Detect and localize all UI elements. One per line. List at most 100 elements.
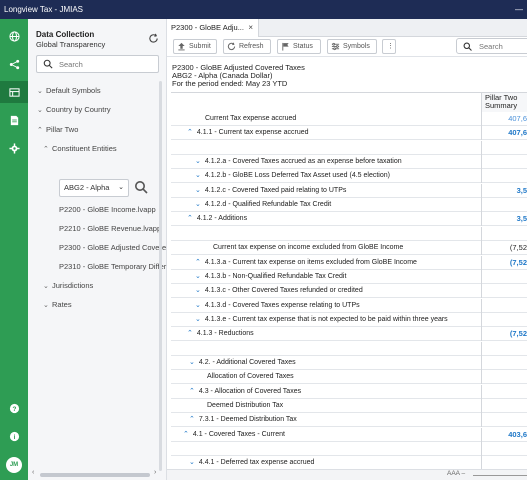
- row-value[interactable]: 407,6: [481, 126, 527, 141]
- chevron-up-icon[interactable]: ⌃: [187, 215, 193, 222]
- chevron-up-icon[interactable]: ⌃: [187, 129, 193, 136]
- help-icon[interactable]: ?: [0, 397, 28, 419]
- row-value[interactable]: [481, 298, 527, 313]
- data-collection-icon[interactable]: [0, 81, 28, 103]
- user-avatar[interactable]: JM: [6, 457, 22, 473]
- row-value[interactable]: 407,6: [481, 112, 527, 126]
- chevron-down-icon[interactable]: ⌄: [195, 172, 201, 179]
- tree-item-p2200[interactable]: P2200 - GloBE Income.lvapp: [59, 205, 156, 214]
- table-row[interactable]: ⌄ 4.1.2.d - Qualified Refundable Tax Cred…: [171, 198, 527, 213]
- refresh-icon[interactable]: [148, 33, 159, 44]
- tree-item-rates[interactable]: ⌄ Rates: [43, 300, 72, 309]
- table-row[interactable]: [171, 341, 527, 356]
- row-value[interactable]: (7,52: [481, 327, 527, 342]
- table-row[interactable]: ⌄ 4.4.1 - Deferred tax expense accrued: [171, 456, 527, 470]
- chevron-up-icon[interactable]: ⌃: [189, 388, 195, 395]
- more-options-button[interactable]: ⋮: [382, 39, 396, 54]
- row-value[interactable]: [481, 198, 527, 213]
- chevron-up-icon[interactable]: ⌃: [195, 259, 201, 266]
- row-value[interactable]: [481, 370, 527, 385]
- row-value[interactable]: 3,5: [481, 212, 527, 227]
- row-value[interactable]: [481, 155, 527, 170]
- zoom-slider[interactable]: [473, 475, 527, 476]
- tree-item-country-by-country[interactable]: ⌄ Country by Country: [37, 105, 111, 114]
- info-icon[interactable]: i: [0, 425, 28, 447]
- row-value[interactable]: [481, 226, 527, 241]
- symbols-button[interactable]: Symbols: [327, 39, 377, 54]
- table-row[interactable]: ⌃ 4.1 - Covered Taxes - Current 403,6: [171, 427, 527, 442]
- row-value[interactable]: (7,52: [481, 255, 527, 270]
- table-row[interactable]: Deemed Distribution Tax: [171, 399, 527, 413]
- gear-icon[interactable]: [0, 137, 28, 159]
- row-value[interactable]: [481, 140, 527, 155]
- tree-item-default-symbols[interactable]: ⌄ Default Symbols: [37, 86, 101, 95]
- row-value[interactable]: [481, 169, 527, 184]
- table-row[interactable]: ⌃ 4.1.2 - Additions 3,5: [171, 212, 527, 227]
- table-row[interactable]: ⌄ 4.1.3.e - Current tax expense that is n…: [171, 312, 527, 327]
- table-row[interactable]: Current Tax expense accrued 407,6: [171, 112, 527, 126]
- scroll-right-icon[interactable]: ›: [154, 469, 156, 476]
- scroll-left-icon[interactable]: ‹: [32, 469, 34, 476]
- row-value[interactable]: [481, 284, 527, 299]
- refresh-button[interactable]: Refresh: [223, 39, 271, 54]
- close-icon[interactable]: ×: [248, 19, 253, 37]
- minimize-button[interactable]: —: [515, 0, 523, 19]
- chevron-down-icon[interactable]: ⌄: [189, 359, 195, 366]
- entity-select[interactable]: ABG2 - Alpha ⌄: [59, 179, 129, 197]
- table-row[interactable]: ⌃ 4.3 - Allocation of Covered Taxes: [171, 384, 527, 399]
- tree-item-p2300[interactable]: P2300 - GloBE Adjusted Covere: [59, 243, 166, 252]
- chevron-down-icon[interactable]: ⌄: [189, 459, 195, 466]
- table-row[interactable]: ⌄ 4.1.3.d - Covered Taxes expense relatin…: [171, 298, 527, 313]
- chevron-up-icon[interactable]: ⌃: [187, 330, 193, 337]
- chevron-down-icon[interactable]: ⌄: [195, 316, 201, 323]
- chevron-down-icon[interactable]: ⌄: [195, 273, 201, 280]
- chevron-down-icon[interactable]: ⌄: [195, 201, 201, 208]
- entity-search-icon[interactable]: [134, 180, 148, 194]
- row-value[interactable]: [481, 312, 527, 327]
- chevron-up-icon[interactable]: ⌃: [189, 416, 195, 423]
- tree-item-p2310[interactable]: P2310 - GloBE Temporary Differ: [59, 262, 166, 271]
- tab-p2300[interactable]: P2300 - GloBE Adju... ×: [167, 19, 259, 37]
- document-icon[interactable]: [0, 109, 28, 131]
- table-row[interactable]: ⌄ 4.1.3.b - Non-Qualified Refundable Tax …: [171, 269, 527, 284]
- row-value[interactable]: [481, 399, 527, 413]
- table-row[interactable]: ⌃ 4.1.1 - Current tax expense accrued 407,…: [171, 126, 527, 141]
- row-value[interactable]: 3,5: [481, 183, 527, 198]
- row-value[interactable]: [481, 442, 527, 457]
- share-icon[interactable]: [0, 53, 28, 75]
- table-row[interactable]: ⌄ 4.1.3.c - Other Covered Taxes refunded …: [171, 284, 527, 299]
- toolbar-search-box[interactable]: [456, 38, 527, 54]
- row-value[interactable]: [481, 341, 527, 356]
- chevron-down-icon[interactable]: ⌄: [195, 287, 201, 294]
- panel-search-input[interactable]: [59, 57, 154, 71]
- table-row[interactable]: ⌃ 4.1.3.a - Current tax expense on items …: [171, 255, 527, 270]
- tree-item-pillar-two[interactable]: ⌃ Pillar Two: [37, 125, 78, 134]
- table-row[interactable]: ⌄ 4.1.2.a - Covered Taxes accrued as an e…: [171, 155, 527, 170]
- table-row[interactable]: [171, 140, 527, 155]
- row-value[interactable]: [481, 456, 527, 470]
- table-row[interactable]: [171, 226, 527, 241]
- zoom-control[interactable]: AAA –: [447, 470, 465, 477]
- tree-item-jurisdictions[interactable]: ⌄ Jurisdictions: [43, 281, 93, 290]
- row-value[interactable]: [481, 355, 527, 370]
- table-row[interactable]: [171, 442, 527, 457]
- table-row[interactable]: Current tax expense on income excluded f…: [171, 241, 527, 256]
- tree-item-p2210[interactable]: P2210 - GloBE Revenue.lvapp: [59, 224, 161, 233]
- row-value[interactable]: 403,6: [481, 427, 527, 442]
- panel-horizontal-scrollbar[interactable]: [40, 473, 150, 477]
- row-value[interactable]: (7,52: [481, 241, 527, 256]
- panel-search-box[interactable]: [36, 55, 159, 73]
- globe-icon[interactable]: [0, 25, 28, 47]
- toolbar-search-input[interactable]: [479, 40, 527, 52]
- chevron-down-icon[interactable]: ⌄: [195, 158, 201, 165]
- table-row[interactable]: Allocation of Covered Taxes: [171, 370, 527, 385]
- panel-vertical-scrollbar[interactable]: [159, 81, 162, 471]
- table-row[interactable]: ⌄ 4.1.2.b - GloBE Loss Deferred Tax Asset…: [171, 169, 527, 184]
- row-value[interactable]: [481, 384, 527, 399]
- table-row[interactable]: ⌄ 4.2. - Additional Covered Taxes: [171, 355, 527, 370]
- row-value[interactable]: [481, 413, 527, 428]
- chevron-down-icon[interactable]: ⌄: [195, 187, 201, 194]
- table-row[interactable]: ⌃ 7.3.1 - Deemed Distribution Tax: [171, 413, 527, 428]
- chevron-up-icon[interactable]: ⌃: [183, 431, 189, 438]
- tree-item-constituent-entities[interactable]: ⌃ Constituent Entities: [43, 144, 117, 153]
